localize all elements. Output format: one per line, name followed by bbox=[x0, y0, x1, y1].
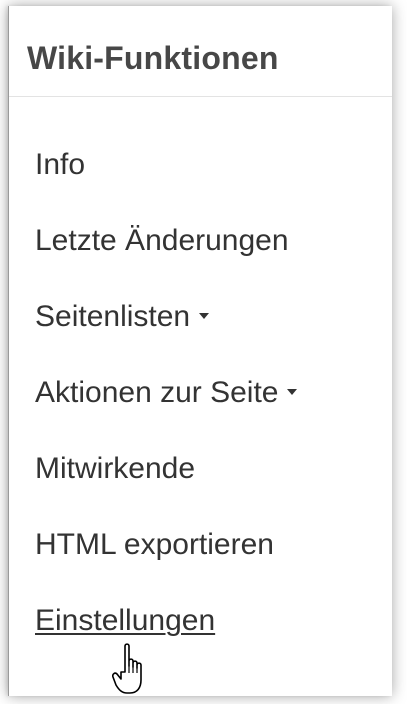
menu-item-info[interactable]: Info bbox=[35, 148, 85, 182]
menu-item-label: HTML exportieren bbox=[35, 528, 274, 561]
panel-header: Wiki-Funktionen bbox=[9, 6, 392, 97]
menu-item-label: Seitenlisten bbox=[35, 300, 191, 333]
menu-item-export-html[interactable]: HTML exportieren bbox=[35, 528, 274, 562]
menu-item-label: Einstellungen bbox=[35, 604, 216, 637]
menu-item-recent-changes[interactable]: Letzte Änderungen bbox=[35, 224, 289, 258]
caret-down-icon bbox=[199, 313, 210, 320]
menu-item-settings[interactable]: Einstellungen bbox=[35, 604, 215, 638]
menu-item-page-lists[interactable]: Seitenlisten bbox=[35, 300, 210, 334]
menu-item-label: Info bbox=[35, 148, 86, 181]
menu-item-page-actions[interactable]: Aktionen zur Seite bbox=[35, 376, 298, 410]
caret-down-icon bbox=[287, 389, 298, 396]
panel-title: Wiki-Funktionen bbox=[27, 40, 279, 76]
menu-item-label: Aktionen zur Seite bbox=[35, 376, 279, 409]
wiki-functions-panel: Wiki-Funktionen Info Letzte Änderungen S… bbox=[8, 6, 392, 696]
menu-item-label: Letzte Änderungen bbox=[35, 224, 289, 257]
hand-pointer-icon bbox=[112, 643, 142, 694]
menu-item-contributors[interactable]: Mitwirkende bbox=[35, 452, 195, 486]
menu-item-label: Mitwirkende bbox=[35, 452, 196, 485]
